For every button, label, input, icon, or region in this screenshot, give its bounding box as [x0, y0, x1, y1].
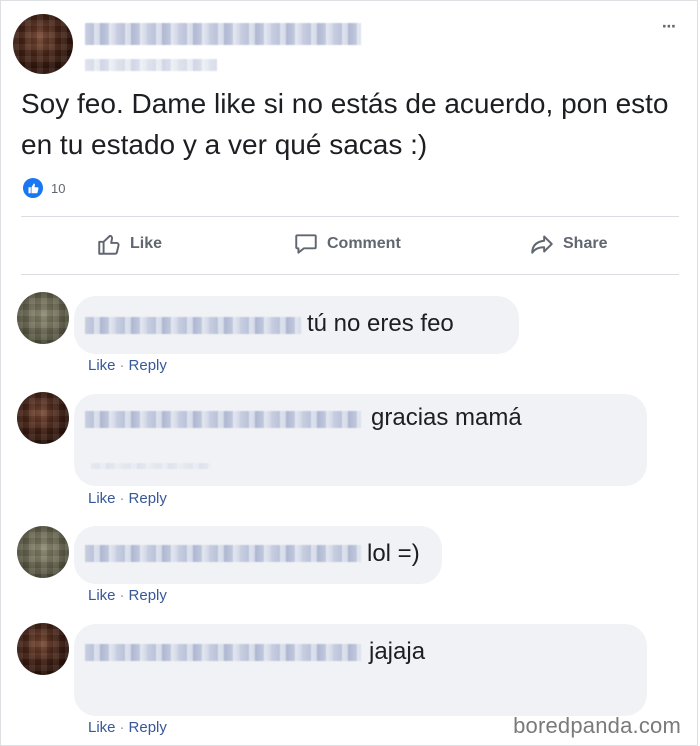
author-avatar[interactable] — [13, 14, 73, 74]
share-button-label: Share — [563, 235, 608, 252]
comment-like-link[interactable]: Like — [88, 587, 116, 604]
separator-dot: · — [119, 490, 125, 507]
commenter-name-blurred[interactable] — [85, 317, 301, 334]
post-timestamp-blurred[interactable] — [85, 59, 217, 71]
like-button-label: Like — [130, 235, 163, 252]
comment-actions: Like · Reply — [88, 357, 167, 374]
separator-dot: · — [119, 587, 125, 604]
comment-bubble — [74, 394, 647, 486]
commenter-name-blurred[interactable] — [85, 545, 361, 562]
comment-reply-link[interactable]: Reply — [129, 490, 167, 507]
comment-text: gracias mamá — [371, 404, 522, 431]
share-button[interactable]: Share — [529, 231, 607, 257]
comment-button[interactable]: Comment — [293, 231, 401, 257]
comment-button-label: Comment — [327, 235, 401, 252]
comment-actions: Like · Reply — [88, 719, 167, 736]
thumbs-up-outline-icon — [98, 234, 120, 255]
post-text: Soy feo. Dame like si no estás de acuerd… — [21, 88, 669, 160]
divider-top — [21, 216, 679, 217]
separator-dot: · — [119, 719, 125, 736]
comment-reply-link[interactable]: Reply — [129, 719, 167, 736]
comment-reply-link[interactable]: Reply — [129, 587, 167, 604]
comment-bubble — [74, 624, 647, 716]
watermark: boredpanda.com — [513, 713, 681, 738]
comment-text: tú no eres feo — [307, 310, 454, 337]
comment-like-link[interactable]: Like — [88, 719, 116, 736]
commenter-name-blurred[interactable] — [85, 644, 361, 661]
comment-actions: Like · Reply — [88, 490, 167, 507]
comment-avatar[interactable] — [17, 526, 69, 578]
comment-like-link[interactable]: Like — [88, 357, 116, 374]
commenter-subline-blurred — [91, 463, 211, 469]
comment-reply-link[interactable]: Reply — [129, 357, 167, 374]
like-button[interactable]: Like — [96, 231, 162, 257]
divider-bottom — [21, 274, 679, 275]
commenter-name-blurred[interactable] — [85, 411, 361, 428]
comment-text: lol =) — [367, 540, 420, 567]
comment-avatar[interactable] — [17, 623, 69, 675]
post-card: ⋯ Soy feo. Dame like si no estás de acue… — [0, 0, 698, 746]
more-options-icon[interactable]: ⋯ — [662, 18, 677, 35]
comment-text: jajaja — [369, 638, 426, 665]
comment-like-link[interactable]: Like — [88, 490, 116, 507]
reaction-count: 10 — [51, 180, 66, 196]
speech-bubble-icon — [295, 234, 317, 254]
share-arrow-icon — [531, 235, 553, 254]
thumbs-up-icon — [23, 178, 43, 198]
reaction-summary[interactable]: 10 — [23, 178, 65, 198]
separator-dot: · — [119, 357, 125, 374]
author-name-blurred[interactable] — [85, 23, 361, 45]
comment-avatar[interactable] — [17, 292, 69, 344]
comment-actions: Like · Reply — [88, 587, 167, 604]
comment-avatar[interactable] — [17, 392, 69, 444]
